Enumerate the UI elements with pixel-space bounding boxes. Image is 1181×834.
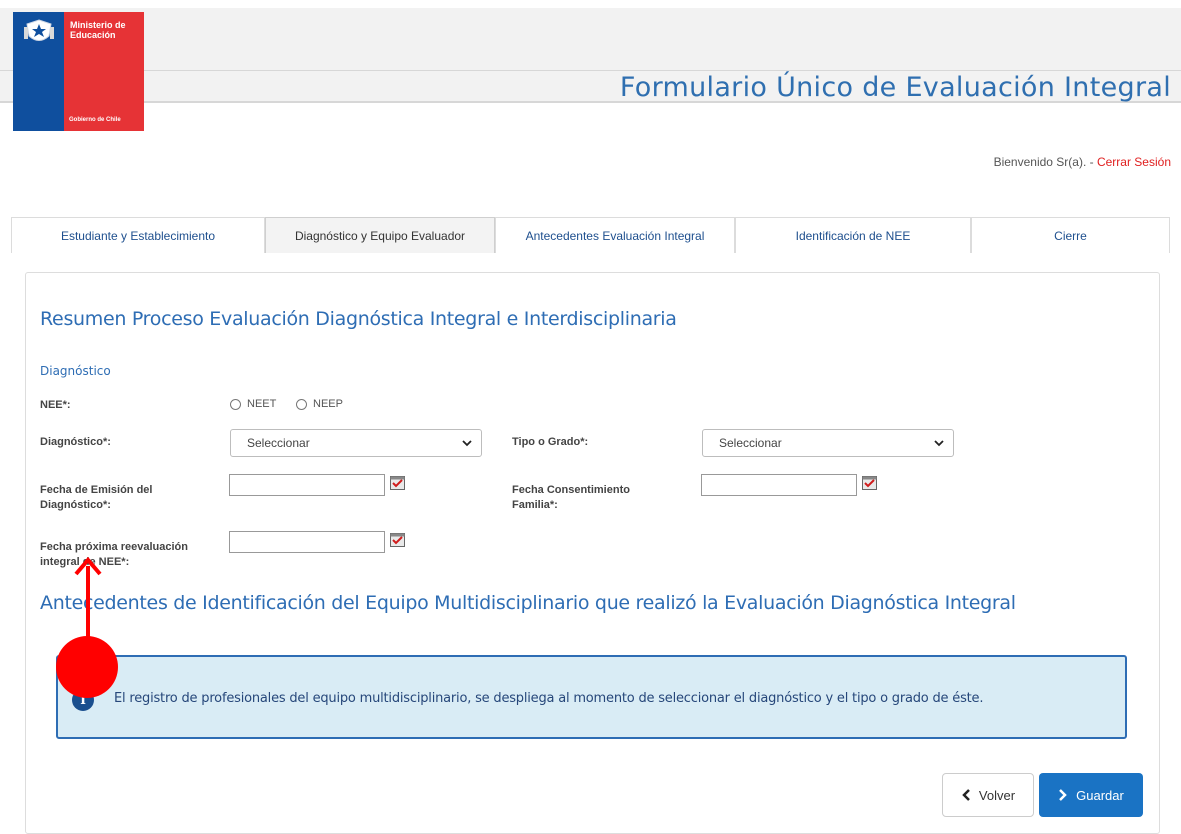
header-divider bbox=[0, 70, 1181, 71]
diagnostico-label: Diagnóstico*: bbox=[40, 436, 111, 448]
diagnostico-select-value: Seleccionar bbox=[247, 436, 310, 450]
chevron-down-icon bbox=[462, 440, 472, 447]
fecha-emision-label: Fecha de Emisión del Diagnóstico*: bbox=[40, 484, 153, 511]
annotation-arrow-icon bbox=[74, 556, 102, 640]
save-button-label: Guardar bbox=[1076, 787, 1124, 803]
tab-estudiante[interactable]: Estudiante y Establecimiento bbox=[11, 217, 265, 253]
tipo-select[interactable]: Seleccionar bbox=[702, 429, 954, 457]
radio-neep-circle[interactable] bbox=[296, 398, 307, 410]
annotation-marker bbox=[56, 636, 118, 698]
fecha-consentimiento-input[interactable] bbox=[701, 474, 857, 496]
tab-diagnostico[interactable]: Diagnóstico y Equipo Evaluador bbox=[265, 217, 495, 253]
radio-neep[interactable]: NEEP bbox=[296, 398, 343, 410]
radio-neet[interactable]: NEET bbox=[230, 398, 276, 410]
diagnosis-subheading: Diagnóstico bbox=[40, 364, 111, 378]
calendar-icon[interactable] bbox=[390, 533, 405, 547]
fecha-emision-input[interactable] bbox=[229, 474, 385, 496]
info-text: El registro de profesionales del equipo … bbox=[114, 691, 984, 706]
team-heading: Antecedentes de Identificación del Equip… bbox=[40, 592, 1016, 614]
logo-blue-block bbox=[13, 12, 64, 131]
calendar-icon[interactable] bbox=[862, 476, 877, 490]
tipo-label: Tipo o Grado*: bbox=[512, 436, 589, 448]
radio-neet-circle[interactable] bbox=[230, 398, 241, 410]
form-tabs: Estudiante y Establecimiento Diagnóstico… bbox=[11, 217, 1170, 255]
welcome-bar: Bienvenido Sr(a). - Cerrar Sesión bbox=[994, 155, 1171, 169]
diagnostico-select[interactable]: Seleccionar bbox=[230, 429, 482, 457]
logo-government-text: Gobierno de Chile bbox=[69, 117, 121, 123]
logo-red-block: Ministerio de Educación Gobierno de Chil… bbox=[64, 12, 144, 131]
tab-antecedentes[interactable]: Antecedentes Evaluación Integral bbox=[495, 217, 735, 253]
fecha-reevaluacion-input[interactable] bbox=[229, 531, 385, 553]
back-button[interactable]: Volver bbox=[942, 773, 1034, 817]
chevron-down-icon bbox=[934, 440, 944, 447]
ministry-logo: Ministerio de Educación Gobierno de Chil… bbox=[13, 12, 144, 131]
tab-cierre[interactable]: Cierre bbox=[971, 217, 1170, 253]
tipo-select-value: Seleccionar bbox=[719, 436, 782, 450]
chevron-right-icon bbox=[1059, 789, 1067, 801]
app-title: Formulario Único de Evaluación Integral bbox=[619, 72, 1171, 103]
logo-ministry-text: Ministerio de Educación bbox=[70, 20, 126, 40]
top-strip bbox=[0, 0, 1181, 8]
chevron-left-icon bbox=[962, 789, 970, 801]
calendar-icon[interactable] bbox=[390, 476, 405, 490]
chile-crest-icon bbox=[24, 19, 54, 41]
nee-label: NEE*: bbox=[40, 399, 71, 411]
info-alert: i El registro de profesionales del equip… bbox=[56, 655, 1127, 739]
tab-identificacion-nee[interactable]: Identificación de NEE bbox=[735, 217, 971, 253]
radio-neet-label: NEET bbox=[247, 398, 277, 410]
fecha-reevaluacion-label: Fecha próxima reevaluación integral de N… bbox=[40, 541, 188, 568]
welcome-text: Bienvenido Sr(a). - bbox=[993, 155, 1097, 169]
fecha-consentimiento-label: Fecha Consentimiento Familia*: bbox=[512, 484, 630, 511]
radio-neep-label: NEEP bbox=[313, 398, 343, 410]
back-button-label: Volver bbox=[978, 787, 1016, 803]
logout-link[interactable]: Cerrar Sesión bbox=[1097, 155, 1171, 169]
summary-heading: Resumen Proceso Evaluación Diagnóstica I… bbox=[40, 308, 677, 330]
save-button[interactable]: Guardar bbox=[1039, 773, 1143, 817]
